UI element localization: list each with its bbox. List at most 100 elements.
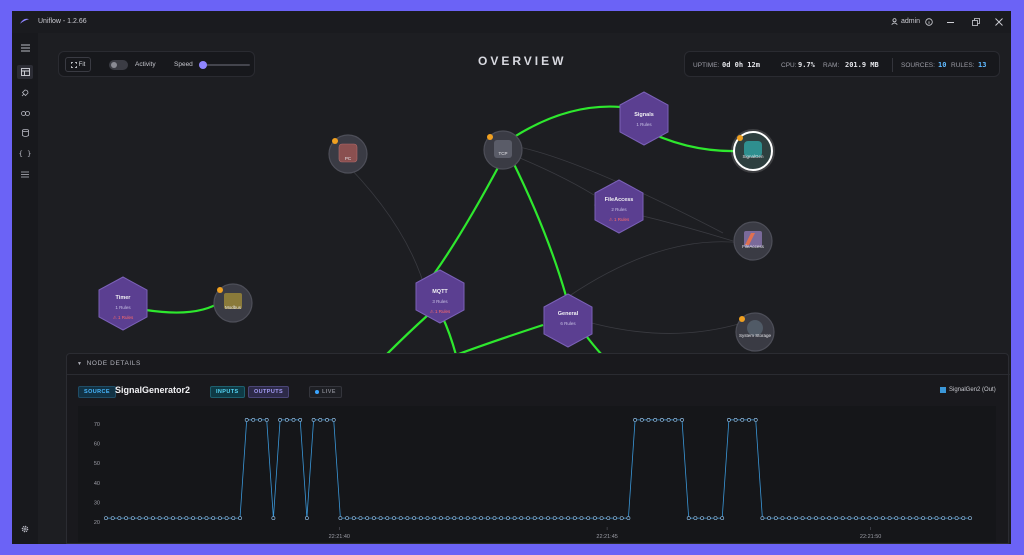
user-icon — [891, 18, 898, 25]
node-details-title: NODE DETAILS — [86, 360, 141, 367]
sidebar-item-overview[interactable] — [17, 65, 33, 79]
speed-label: Speed — [174, 61, 193, 68]
data-point — [130, 516, 135, 521]
data-point — [371, 516, 376, 521]
data-point — [881, 516, 885, 521]
data-point — [767, 516, 772, 521]
sidebar-item-storage[interactable] — [17, 126, 33, 140]
data-point — [278, 417, 283, 422]
hub-name: FileAccess — [605, 197, 634, 203]
data-point — [311, 417, 316, 422]
overview-icon — [20, 68, 30, 76]
ram-value: 201.9 MB — [845, 61, 879, 69]
data-point — [224, 516, 229, 521]
data-point — [559, 516, 564, 521]
fit-button[interactable]: Fit — [65, 57, 91, 72]
hub-node-mqtt[interactable]: MQTT 3 Rules ⚠ 1 Rules — [415, 269, 465, 324]
uptime-label: UPTIME: — [693, 62, 720, 69]
data-point — [773, 516, 778, 521]
source-node-systemstorage[interactable]: System Storage — [735, 312, 775, 352]
hub-node-fileaccess[interactable]: FileAccess 2 Rules ⚠ 1 Rules — [594, 179, 644, 234]
data-point — [238, 516, 242, 521]
data-point — [593, 516, 597, 521]
data-point — [867, 516, 872, 521]
data-point — [519, 516, 524, 521]
node-details-header[interactable]: ▼ NODE DETAILS — [77, 360, 141, 367]
data-point — [472, 516, 477, 521]
data-point — [425, 516, 430, 521]
activity-toggle[interactable] — [109, 60, 128, 70]
y-tick-label: 70 — [94, 422, 100, 428]
info-icon — [925, 18, 933, 26]
node-type-badge: SOURCE — [78, 386, 116, 398]
app-logo-icon — [20, 18, 29, 24]
system-stats: UPTIME: 0d 0h 12m CPU: 9.7% RAM: 201.9 M… — [684, 51, 1000, 77]
data-point — [271, 516, 276, 521]
data-point — [606, 516, 611, 521]
y-tick-label: 40 — [94, 481, 100, 487]
data-point — [151, 516, 155, 521]
x-tick-label: 22:21:45 — [596, 534, 617, 540]
data-point — [720, 516, 725, 521]
chart-legend: SignalGen2 (Out) — [940, 387, 996, 393]
data-point — [552, 516, 557, 521]
speed-slider-thumb[interactable] — [199, 61, 207, 69]
sidebar-item-logs[interactable] — [17, 167, 33, 181]
data-point — [459, 516, 463, 521]
stats-divider — [892, 58, 893, 72]
sidebar-item-scripts[interactable]: { } — [17, 147, 33, 161]
sources-value: 10 — [938, 61, 947, 69]
data-point — [887, 516, 892, 521]
inactive-edges — [335, 145, 744, 334]
data-point — [948, 516, 952, 521]
minimize-button[interactable] — [944, 16, 956, 28]
source-node-pc[interactable]: PC — [328, 134, 368, 174]
tab-inputs[interactable]: INPUTS — [210, 386, 245, 398]
hub-node-general[interactable]: General 6 Rules — [543, 293, 593, 348]
sidebar: { } — [12, 33, 38, 544]
data-point — [686, 516, 691, 521]
data-point — [968, 516, 972, 521]
data-point — [740, 417, 745, 422]
braces-icon: { } — [18, 150, 32, 158]
data-point — [418, 516, 423, 521]
data-point — [385, 516, 390, 521]
user-menu[interactable]: admin — [891, 18, 920, 25]
sidebar-item-connections[interactable] — [17, 106, 33, 120]
data-point — [653, 417, 658, 422]
data-point — [954, 516, 959, 521]
hub-node-timer[interactable]: Timer 1 Rules ⚠ 1 Rules — [98, 276, 148, 331]
data-point — [840, 516, 845, 521]
data-point — [706, 516, 711, 521]
app-window: Uniflow - 1.2.66 admin { } Signals 1 Rul… — [12, 11, 1011, 544]
data-point — [532, 516, 537, 521]
source-node-fileaccess[interactable]: FileAccess — [733, 221, 773, 261]
source-node-modbus[interactable]: Modbus — [213, 283, 253, 323]
data-point — [586, 516, 591, 521]
menu-toggle-button[interactable] — [17, 41, 33, 55]
data-point — [445, 516, 450, 521]
info-button[interactable] — [923, 16, 935, 28]
speed-slider[interactable] — [199, 61, 250, 69]
close-button[interactable] — [993, 16, 1005, 28]
data-point — [258, 417, 262, 422]
username: admin — [901, 18, 921, 25]
hub-rules: 2 Rules — [611, 207, 627, 212]
overview-canvas[interactable]: Signals 1 Rules FileAccess 2 Rules ⚠ 1 R… — [38, 33, 1011, 544]
data-point — [499, 516, 504, 521]
restore-button[interactable] — [970, 16, 982, 28]
data-point — [526, 516, 530, 521]
sidebar-item-deploy[interactable] — [17, 86, 33, 100]
collapse-icon: ▼ — [77, 361, 83, 367]
source-node-tcp[interactable]: TCP — [483, 130, 523, 170]
data-point — [700, 516, 705, 521]
hub-name: Timer — [116, 295, 132, 301]
list-icon — [21, 171, 29, 177]
data-point — [412, 516, 417, 521]
data-point — [358, 516, 363, 521]
source-name: PC — [345, 156, 352, 161]
sidebar-item-settings[interactable] — [17, 522, 33, 536]
source-node-signalgen[interactable]: SignalGen — [731, 129, 775, 173]
data-point — [217, 516, 222, 521]
tab-outputs[interactable]: OUTPUTS — [248, 386, 290, 398]
